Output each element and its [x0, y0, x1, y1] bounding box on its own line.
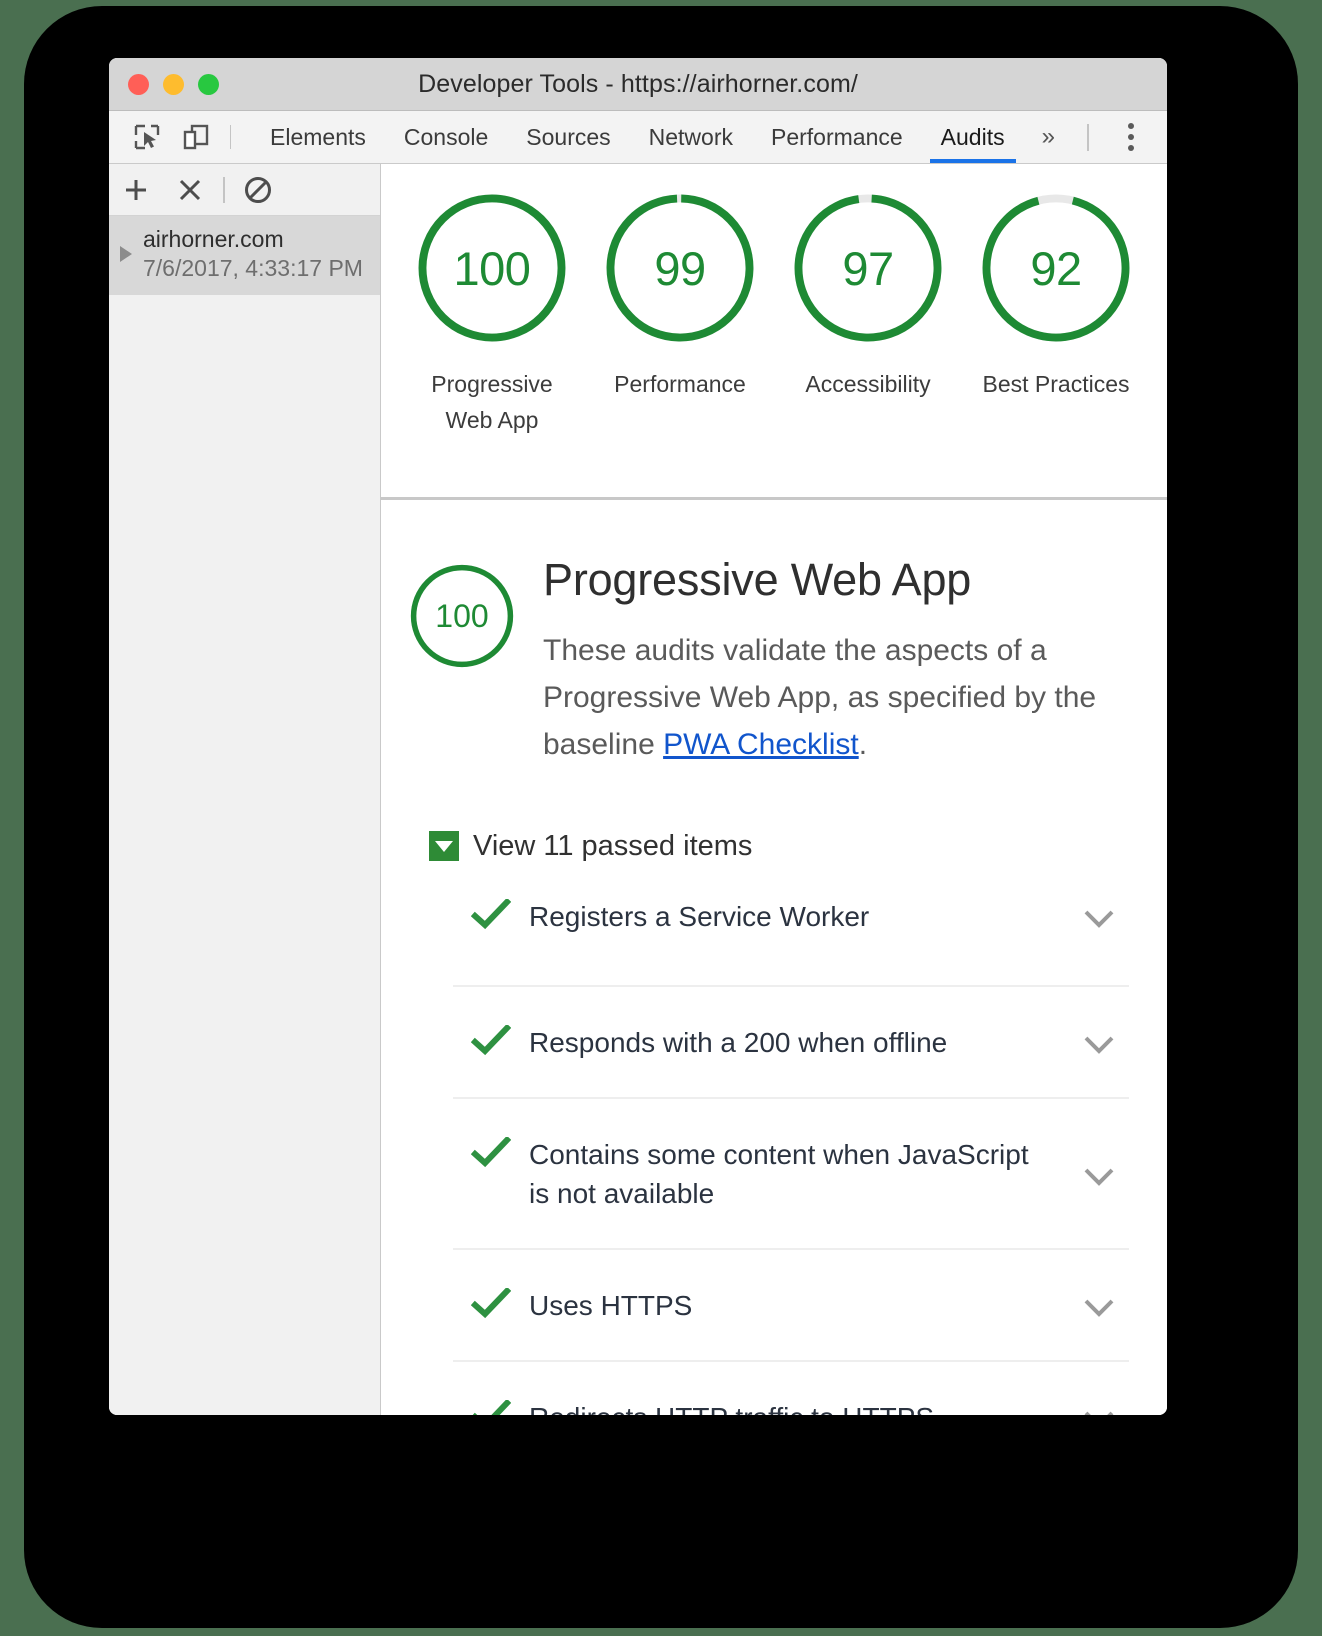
tab-network[interactable]: Network — [630, 111, 752, 163]
zoom-button[interactable] — [198, 73, 219, 95]
check-icon — [453, 1398, 529, 1415]
audit-row[interactable]: Registers a Service Worker — [453, 889, 1129, 985]
minimize-button[interactable] — [163, 73, 184, 95]
panel-tabs: Elements Console Sources Network Perform… — [251, 111, 1073, 163]
chevron-down-icon[interactable] — [1069, 1286, 1129, 1318]
audit-title: Responds with a 200 when offline — [529, 1026, 948, 1058]
audits-main-panel: 100 Progressive Web App 99 Performance 9… — [381, 164, 1167, 1415]
toolbar-divider — [230, 125, 231, 149]
gauge-value-accessibility: 97 — [842, 241, 894, 295]
category-text-block: Progressive Web App These audits validat… — [543, 555, 1137, 768]
category-gauge-value: 100 — [435, 597, 489, 634]
report-text: airhorner.com 7/6/2017, 4:33:17 PM — [143, 225, 363, 284]
window-titlebar: Developer Tools - https://airhorner.com/ — [109, 58, 1167, 111]
tab-performance[interactable]: Performance — [752, 111, 922, 163]
devtools-window: Developer Tools - https://airhorner.com/… — [109, 58, 1167, 1415]
score-card-accessibility[interactable]: 97 Accessibility — [786, 189, 950, 403]
tabbar-right-group — [1087, 111, 1167, 163]
sidebar-toolbar — [109, 164, 380, 216]
score-card-best-practices[interactable]: 92 Best Practices — [974, 189, 1138, 403]
category-description-after: . — [858, 727, 868, 761]
close-button[interactable] — [128, 73, 149, 95]
score-label-best-practices: Best Practices — [982, 371, 1130, 397]
score-card-pwa[interactable]: 100 Progressive Web App — [410, 189, 574, 438]
check-icon — [453, 1286, 529, 1320]
category-gauge: 100 — [407, 561, 517, 671]
gauge-value-performance: 99 — [654, 241, 706, 295]
chevron-down-icon[interactable] — [1069, 1398, 1129, 1415]
more-tabs-icon[interactable]: » — [1024, 111, 1073, 163]
category-description: These audits validate the aspects of a P… — [543, 627, 1137, 768]
audit-title: Uses HTTPS — [529, 1290, 693, 1322]
report-list-item[interactable]: airhorner.com 7/6/2017, 4:33:17 PM — [109, 216, 380, 295]
more-options-kebab-icon[interactable] — [1111, 123, 1151, 151]
check-icon — [453, 1023, 529, 1057]
audit-row[interactable]: Contains some content when JavaScript is… — [453, 1096, 1129, 1249]
chevron-down-icon[interactable] — [1069, 897, 1129, 929]
tab-elements[interactable]: Elements — [251, 111, 385, 163]
plus-icon[interactable] — [109, 175, 163, 205]
caret-down-icon[interactable] — [429, 831, 459, 862]
window-title: Developer Tools - https://airhorner.com/ — [418, 69, 858, 98]
gauge-best-practices: 92 — [977, 189, 1135, 347]
devtools-tabbar: Elements Console Sources Network Perform… — [109, 111, 1167, 164]
close-x-icon[interactable] — [163, 176, 217, 204]
report-host: airhorner.com — [143, 226, 284, 252]
gauge-value-pwa: 100 — [453, 241, 531, 295]
passed-items-toggle[interactable]: View 11 passed items — [429, 830, 1137, 863]
chevron-down-icon[interactable] — [1069, 1023, 1129, 1055]
gauge-performance: 99 — [601, 189, 759, 347]
sidebar-toolbar-divider — [223, 176, 225, 203]
page-title: Progressive Web App — [543, 554, 972, 605]
score-label-accessibility: Accessibility — [805, 371, 931, 397]
chevron-down-icon[interactable] — [1069, 1135, 1129, 1187]
tab-console[interactable]: Console — [385, 111, 507, 163]
check-icon — [453, 897, 529, 931]
audit-list: Registers a Service Worker Responds with… — [453, 889, 1129, 1415]
pwa-checklist-link[interactable]: PWA Checklist — [663, 728, 859, 761]
device-toolbar-icon[interactable] — [171, 111, 220, 163]
audit-row[interactable]: Responds with a 200 when offline — [453, 984, 1129, 1097]
audit-row[interactable]: Uses HTTPS — [453, 1248, 1129, 1360]
audit-title: Registers a Service Worker — [529, 900, 870, 932]
audits-sidebar: airhorner.com 7/6/2017, 4:33:17 PM — [109, 164, 381, 1415]
gauge-value-best-practices: 92 — [1030, 241, 1082, 295]
category-header: 100 Progressive Web App These audits val… — [407, 555, 1137, 768]
gauge-accessibility: 97 — [789, 189, 947, 347]
score-card-performance[interactable]: 99 Performance — [598, 189, 762, 403]
audit-title: Redirects HTTP traffic to HTTPS — [529, 1398, 1069, 1415]
check-icon — [453, 1135, 529, 1169]
category-section-pwa: 100 Progressive Web App These audits val… — [381, 500, 1167, 1415]
passed-items-label: View 11 passed items — [473, 829, 753, 862]
tab-audits[interactable]: Audits — [922, 111, 1024, 163]
devtools-body: airhorner.com 7/6/2017, 4:33:17 PM 100 P… — [109, 164, 1167, 1415]
report-timestamp: 7/6/2017, 4:33:17 PM — [143, 255, 363, 282]
score-gauges: 100 Progressive Web App 99 Performance 9… — [381, 164, 1167, 500]
triangle-right-icon[interactable] — [109, 246, 143, 263]
score-label-performance: Performance — [614, 371, 746, 397]
tab-sources[interactable]: Sources — [507, 111, 629, 163]
traffic-light-buttons — [109, 73, 219, 95]
audit-row[interactable]: Redirects HTTP traffic to HTTPS — [453, 1359, 1129, 1415]
gauge-pwa: 100 — [413, 189, 571, 347]
tabbar-divider — [1087, 123, 1089, 151]
audit-title: Contains some content when JavaScript is… — [529, 1138, 1029, 1210]
no-entry-icon[interactable] — [231, 175, 285, 205]
inspect-element-icon[interactable] — [122, 111, 171, 163]
score-label-pwa: Progressive Web App — [431, 371, 553, 433]
